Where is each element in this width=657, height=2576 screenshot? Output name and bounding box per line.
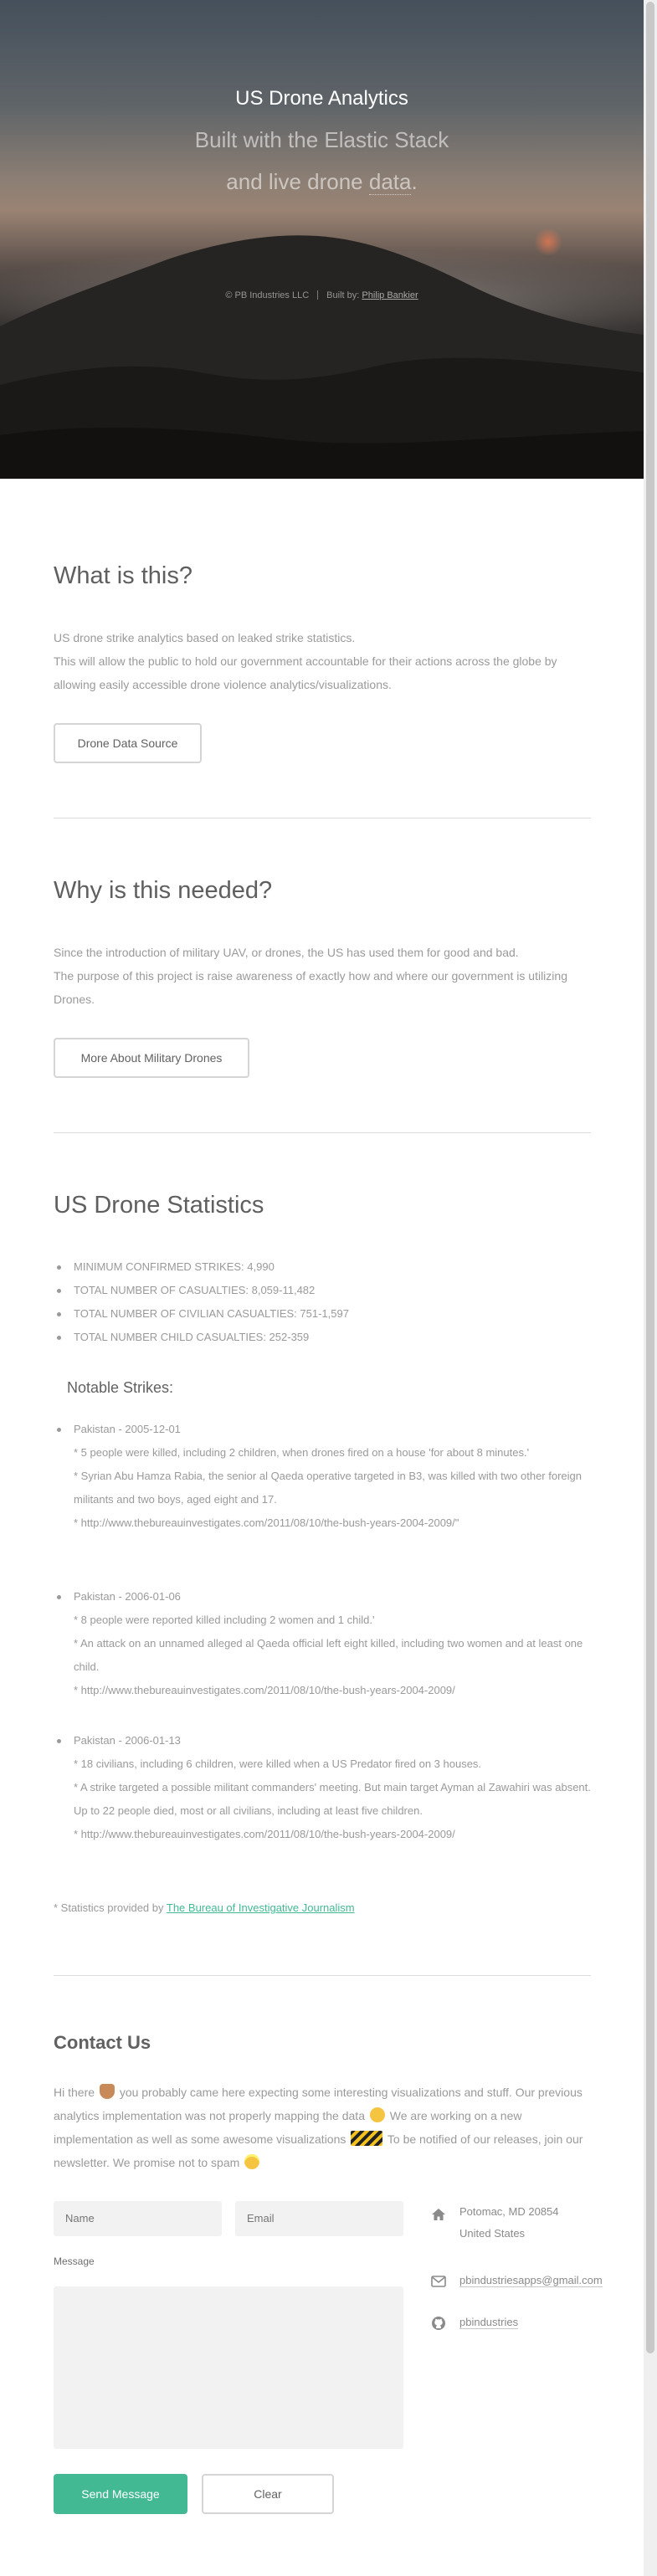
section-divider bbox=[54, 1975, 591, 1976]
author-link[interactable]: Philip Bankier bbox=[362, 290, 418, 300]
stats-title: US Drone Statistics bbox=[54, 1192, 264, 1219]
built-by-label: Built by: bbox=[326, 290, 360, 300]
address-line-1: Potomac, MD 20854 bbox=[459, 2205, 559, 2218]
what-line-2: This will allow the public to hold our g… bbox=[54, 654, 557, 691]
stat-item: MINIMUM CONFIRMED STRIKES: 4,990 bbox=[57, 1255, 349, 1279]
hero-subtitle-line-1: Built with the Elastic Stack bbox=[194, 127, 449, 152]
bullet bbox=[57, 1595, 61, 1599]
stat-item: TOTAL NUMBER OF CIVILIAN CASUALTIES: 751… bbox=[57, 1302, 349, 1326]
credits-separator bbox=[317, 290, 319, 300]
strike-item: Pakistan - 2005-12-01 * 5 people were ki… bbox=[57, 1418, 593, 1535]
waving-hand-icon bbox=[99, 2084, 115, 2099]
notable-strikes-title: Notable Strikes: bbox=[67, 1379, 174, 1396]
hero-subtitle-line-2: and live drone data. bbox=[0, 169, 644, 195]
strike-head: Pakistan - 2005-12-01 bbox=[74, 1423, 181, 1435]
github-link[interactable]: pbindustries bbox=[459, 2316, 519, 2329]
bullet bbox=[57, 1739, 61, 1743]
address: Potomac, MD 20854 United States bbox=[459, 2201, 559, 2245]
strike-item: Pakistan - 2006-01-06 * 8 people were re… bbox=[57, 1585, 593, 1702]
address-line-2: United States bbox=[459, 2227, 526, 2240]
strike-line: * An attack on an unnamed alleged al Qae… bbox=[74, 1637, 583, 1673]
strike-line: * A strike targeted a possible militant … bbox=[74, 1781, 591, 1817]
send-message-button[interactable]: Send Message bbox=[54, 2474, 187, 2514]
why-title: Why is this needed? bbox=[54, 877, 273, 904]
hero-hills-image bbox=[0, 235, 644, 479]
hero-subtitle-post: . bbox=[411, 169, 418, 194]
scrollbar-thumb[interactable] bbox=[646, 2, 654, 2353]
drone-data-source-button[interactable]: Drone Data Source bbox=[54, 723, 202, 763]
hero-data-word: data bbox=[368, 169, 412, 195]
why-line-1: Since the introduction of military UAV, … bbox=[54, 946, 519, 959]
envelope-icon bbox=[431, 2276, 446, 2287]
more-about-drones-button[interactable]: More About Military Drones bbox=[54, 1038, 249, 1078]
email-link[interactable]: pbindustriesapps@gmail.com bbox=[459, 2274, 603, 2287]
stats-credit: * Statistics provided by The Bureau of I… bbox=[54, 1901, 355, 1914]
contact-text-1: Hi there bbox=[54, 2086, 95, 2099]
strike-line: * http://www.thebureauinvestigates.com/2… bbox=[74, 1828, 455, 1840]
stat-item: TOTAL NUMBER CHILD CASUALTIES: 252-359 bbox=[57, 1326, 349, 1349]
strike-line: * 18 civilians, including 6 children, we… bbox=[74, 1758, 482, 1770]
contact-title: Contact Us bbox=[54, 2032, 151, 2053]
strike-line: * 8 people were reported killed includin… bbox=[74, 1614, 375, 1626]
what-title: What is this? bbox=[54, 562, 192, 589]
home-icon bbox=[432, 2209, 445, 2220]
strike-head: Pakistan - 2006-01-06 bbox=[74, 1590, 181, 1603]
strike-head: Pakistan - 2006-01-13 bbox=[74, 1734, 181, 1747]
bullet bbox=[57, 1428, 61, 1432]
message-label: Message bbox=[54, 2255, 95, 2267]
site-title: US Drone Analytics bbox=[235, 87, 408, 110]
email-link-wrapper: pbindustriesapps@gmail.com bbox=[459, 2270, 603, 2291]
what-line-1: US drone strike analytics based on leake… bbox=[54, 631, 356, 644]
message-textarea[interactable] bbox=[54, 2286, 403, 2449]
hero-banner: US Drone Analytics Built with the Elasti… bbox=[0, 0, 644, 479]
bureau-link[interactable]: The Bureau of Investigative Journalism bbox=[167, 1901, 355, 1914]
what-description: US drone strike analytics based on leake… bbox=[54, 626, 589, 696]
hero-credits: © PB Industries LLC Built by: Philip Bank… bbox=[0, 290, 644, 300]
strike-line: * http://www.thebureauinvestigates.com/2… bbox=[74, 1684, 455, 1696]
contact-text: Hi there you probably came here expectin… bbox=[54, 2081, 591, 2174]
why-line-2: The purpose of this project is raise awa… bbox=[54, 969, 567, 1006]
name-input[interactable] bbox=[54, 2201, 222, 2236]
why-description: Since the introduction of military UAV, … bbox=[54, 941, 589, 1011]
stat-item: TOTAL NUMBER OF CASUALTIES: 8,059-11,482 bbox=[57, 1279, 349, 1302]
section-divider bbox=[54, 1132, 591, 1133]
strike-line: * Syrian Abu Hamza Rabia, the senior al … bbox=[74, 1470, 583, 1506]
strike-item: Pakistan - 2006-01-13 * 18 civilians, in… bbox=[57, 1729, 593, 1846]
clear-button[interactable]: Clear bbox=[202, 2474, 334, 2514]
grimacing-face-icon bbox=[369, 2107, 385, 2122]
github-icon bbox=[432, 2317, 445, 2330]
copyright: © PB Industries LLC bbox=[225, 290, 310, 300]
construction-icon bbox=[351, 2131, 383, 2146]
strike-line: * 5 people were killed, including 2 chil… bbox=[74, 1446, 530, 1459]
email-input[interactable] bbox=[235, 2201, 403, 2236]
github-link-wrapper: pbindustries bbox=[459, 2312, 519, 2333]
hero-subtitle-pre: and live drone bbox=[226, 169, 369, 194]
stats-list: MINIMUM CONFIRMED STRIKES: 4,990 TOTAL N… bbox=[57, 1255, 349, 1349]
strike-line: * http://www.thebureauinvestigates.com/2… bbox=[74, 1516, 459, 1529]
credit-prefix: * Statistics provided by bbox=[54, 1901, 167, 1914]
smiling-halo-icon bbox=[244, 2154, 260, 2169]
